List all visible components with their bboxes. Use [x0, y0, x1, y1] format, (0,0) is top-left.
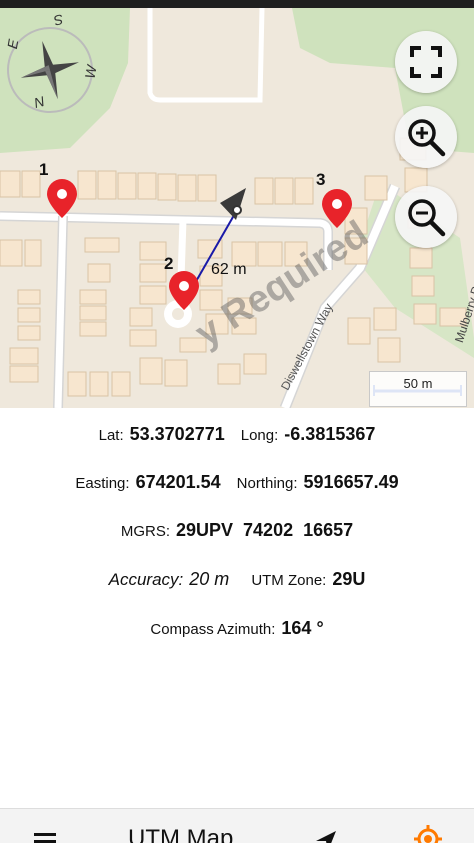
- lat-label: Lat:: [98, 427, 124, 444]
- bottom-app-bar: UTM Map: [0, 808, 474, 843]
- map-view[interactable]: E S W N 1 2 3 62 m Diswellstown Way Mulb…: [0, 8, 474, 408]
- easting-northing-row: Easting: 674201.54 Northing: 5916657.49: [0, 472, 474, 493]
- status-bar: [0, 0, 474, 8]
- utm-zone-value: 29U: [332, 569, 366, 589]
- coordinates-panel: Lat: 53.3702771 Long: -6.3815367 Easting…: [0, 408, 474, 808]
- azimuth-value: 164 °: [281, 618, 324, 638]
- road-loop: [147, 8, 265, 103]
- zoom-out-button[interactable]: [395, 186, 457, 248]
- easting-value: 674201.54: [135, 472, 221, 492]
- zoom-in-icon: [408, 119, 446, 157]
- scale-label: 50 m: [403, 376, 433, 391]
- distance-label: 62 m: [211, 261, 247, 278]
- navigation-arrow-icon[interactable]: [314, 829, 338, 843]
- marker-1-label: 1: [39, 160, 49, 179]
- long-label: Long:: [240, 427, 279, 444]
- marker-2-label: 2: [164, 254, 174, 273]
- easting-label: Easting:: [75, 475, 130, 492]
- zoom-out-icon: [408, 199, 446, 237]
- northing-label: Northing:: [236, 475, 298, 492]
- my-location-icon[interactable]: [414, 825, 442, 843]
- northing-value: 5916657.49: [303, 472, 399, 492]
- accuracy-utm-row: Accuracy: 20 m UTM Zone: 29U: [0, 569, 474, 590]
- mgrs-row: MGRS: 29UPV 74202 16657: [0, 520, 474, 541]
- azimuth-row: Compass Azimuth: 164 °: [0, 618, 474, 639]
- accuracy-label: Accuracy:: [108, 570, 184, 589]
- lat-long-row: Lat: 53.3702771 Long: -6.3815367: [0, 424, 474, 445]
- zoom-in-button[interactable]: [395, 106, 457, 168]
- compass-letter-w: W: [81, 64, 100, 80]
- app-title: UTM Map: [128, 825, 234, 843]
- mgrs-value: 29UPV 74202 16657: [176, 520, 354, 540]
- fullscreen-button[interactable]: [395, 31, 457, 93]
- marker-3-label: 3: [316, 170, 326, 189]
- current-location-arrow: [220, 188, 246, 220]
- mgrs-label: MGRS:: [120, 523, 170, 540]
- accuracy-value: 20 m: [189, 569, 230, 589]
- utm-zone-label: UTM Zone:: [251, 572, 327, 589]
- fullscreen-icon: [410, 46, 442, 78]
- azimuth-label: Compass Azimuth:: [150, 621, 276, 638]
- menu-icon[interactable]: [34, 831, 56, 843]
- scale-bar: 50 m: [369, 371, 467, 407]
- side-road: [54, 215, 67, 408]
- lat-value: 53.3702771: [129, 424, 225, 444]
- long-value: -6.3815367: [284, 424, 376, 444]
